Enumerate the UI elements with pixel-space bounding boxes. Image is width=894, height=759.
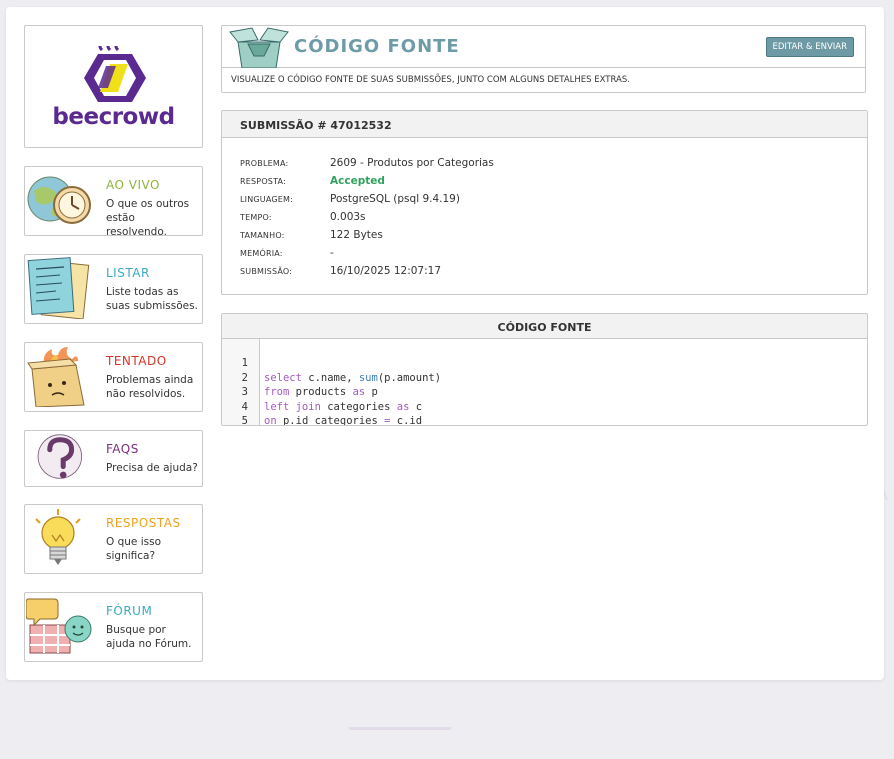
- lightbulb-icon: [35, 509, 81, 565]
- question-mark-icon: [37, 434, 83, 479]
- sidebar-item-title: AO VIVO: [106, 178, 160, 192]
- sidebar-item-desc: Problemas ainda não resolvidos.: [106, 374, 194, 400]
- answer-status: Accepted: [330, 175, 385, 187]
- sidebar-item-title: FAQS: [106, 442, 139, 456]
- code-line: 1 select c.name, sum(p.amount): [222, 342, 867, 383]
- sidebar-item-respostas[interactable]: RESPOSTAS O que isso significa?: [24, 504, 203, 574]
- sidebar-item-title: RESPOSTAS: [106, 516, 181, 530]
- code-line: 2 from products as p: [222, 356, 867, 398]
- sidebar-item-desc: Precisa de ajuda?: [106, 462, 198, 474]
- problem-link[interactable]: 2609 - Produtos por Categorias: [330, 157, 494, 169]
- chat-bubbles-icon: [26, 598, 92, 654]
- detail-label: TAMANHO:: [240, 231, 285, 240]
- code-line: 3 left join categories as c: [222, 371, 867, 412]
- sidebar-item-forum[interactable]: FÓRUM Busque por ajuda no Fórum.: [24, 592, 203, 662]
- code-editor[interactable]: 1 select c.name, sum(p.amount) 2 from pr…: [222, 342, 867, 425]
- sidebar-item-tentado[interactable]: TENTADO Problemas ainda não resolvidos.: [24, 342, 203, 412]
- detail-label: RESPOSTA:: [240, 177, 286, 186]
- papers-list-icon: [27, 257, 90, 319]
- code-header: CÓDIGO FONTE: [222, 314, 867, 339]
- sidebar-item-title: LISTAR: [106, 266, 150, 280]
- detail-label: PROBLEMA:: [240, 159, 289, 168]
- sidebar-item-listar[interactable]: LISTAR Liste todas as suas submissões.: [24, 254, 203, 324]
- code-line: 6: [222, 414, 867, 425]
- source-code-panel: CÓDIGO FONTE 1 select c.name, sum(p.amou…: [221, 313, 868, 426]
- page-header: CÓDIGO FONTE EDITAR & ENVIAR VISUALIZE O…: [221, 25, 866, 93]
- logo-box[interactable]: beecrowd: [24, 25, 203, 148]
- detail-label: MEMÓRIA:: [240, 249, 283, 258]
- code-title: CÓDIGO FONTE: [497, 321, 592, 334]
- sidebar-item-desc: Busque por ajuda no Fórum.: [106, 624, 192, 650]
- detail-value: 122 Bytes: [330, 229, 383, 241]
- detail-label: TEMPO:: [240, 213, 272, 222]
- submission-header: SUBMISSÃO # 47012532: [222, 111, 867, 138]
- header-bar: CÓDIGO FONTE EDITAR & ENVIAR: [222, 26, 865, 68]
- code-line: 5 group by c.name: [222, 400, 867, 425]
- sidebar-item-desc: O que isso significa?: [106, 536, 162, 562]
- sidebar-item-title: TENTADO: [106, 354, 167, 368]
- sidebar-item-faqs[interactable]: FAQS Precisa de ajuda?: [24, 430, 203, 487]
- sidebar-item-desc: Liste todas as suas submissões.: [106, 286, 198, 312]
- page-subtitle: VISUALIZE O CÓDIGO FONTE DE SUAS SUBMISS…: [231, 75, 630, 85]
- submission-panel: SUBMISSÃO # 47012532 PROBLEMA: 2609 - Pr…: [221, 110, 868, 295]
- sidebar-item-title: FÓRUM: [106, 604, 153, 618]
- detail-value: 0.003s: [330, 211, 366, 223]
- sidebar-item-ao-vivo[interactable]: AO VIVO O que os outros estão resolvendo…: [24, 166, 203, 238]
- open-box-icon: [229, 27, 289, 68]
- edit-submit-button[interactable]: EDITAR & ENVIAR: [765, 37, 854, 57]
- code-line: 4 on p.id_categories = c.id: [222, 385, 867, 425]
- detail-value: -: [330, 247, 334, 259]
- main-card: beecrowd AO VIVO O que os outros estão r…: [6, 7, 884, 680]
- detail-value: 16/10/2025 12:07:17: [330, 265, 442, 277]
- page-title: CÓDIGO FONTE: [294, 36, 460, 57]
- beecrowd-logo-icon: [84, 46, 146, 102]
- sidebar-item-desc: O que os outros estão resolvendo.: [106, 198, 190, 238]
- burning-box-icon: [27, 347, 85, 407]
- brand-name: beecrowd: [52, 104, 175, 130]
- detail-value: PostgreSQL (psql 9.4.19): [330, 193, 460, 205]
- detail-label: SUBMISSÃO:: [240, 267, 293, 276]
- submission-title: SUBMISSÃO # 47012532: [240, 119, 392, 132]
- detail-label: LINGUAGEM:: [240, 195, 294, 204]
- globe-clock-icon: [27, 176, 91, 224]
